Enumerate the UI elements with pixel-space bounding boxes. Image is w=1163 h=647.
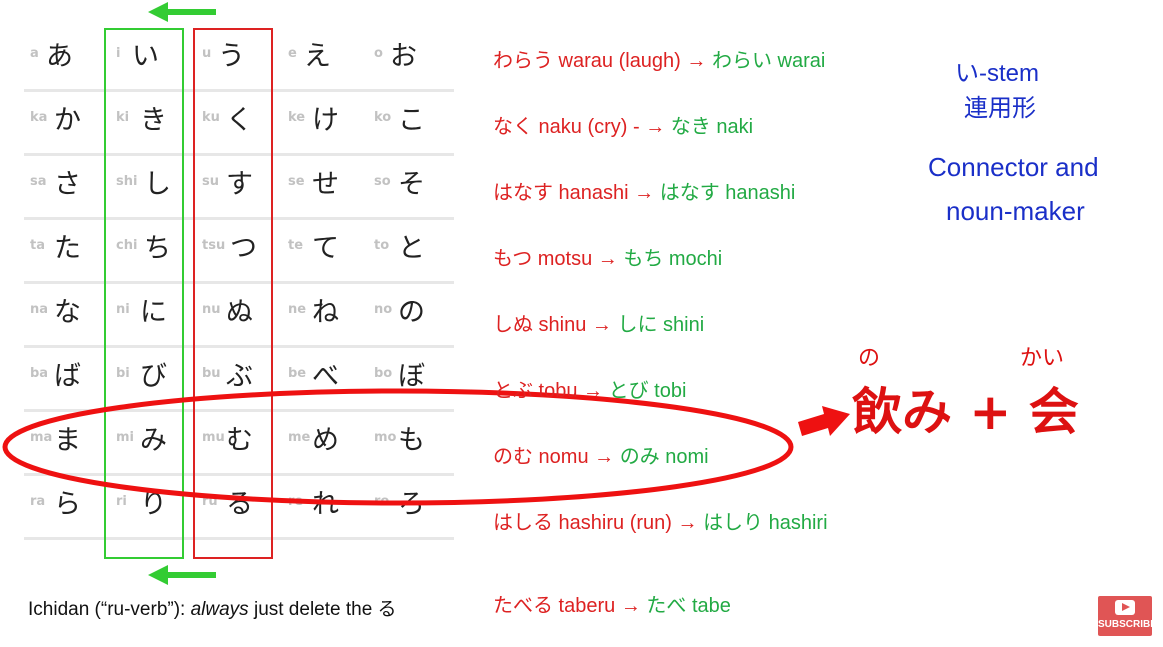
connector-label: Connector and — [928, 152, 1099, 182]
romaji-label: te — [288, 238, 304, 253]
note-emphasis: always — [190, 599, 249, 620]
kana-cell: ko こ — [368, 92, 454, 150]
stem-form: わらい warai — [711, 50, 826, 72]
romaji-label: ba — [30, 366, 49, 381]
stem-form: なき naki — [670, 116, 754, 138]
dictionary-form: しぬ shinu → — [493, 314, 618, 336]
kana-char: の — [398, 297, 425, 328]
example-line: なく naku (cry) - → なき naki — [493, 110, 753, 139]
kana-cell: aあ — [24, 28, 110, 86]
note-end: just delete the る — [248, 599, 397, 620]
dictionary-form: たべる taberu → — [493, 595, 647, 617]
example-line: しぬ shinu → しに shini — [493, 308, 704, 337]
romaji-label: ka — [30, 110, 48, 125]
kana-cell: eえ — [282, 28, 368, 86]
kana-cell: ke け — [282, 92, 368, 150]
stem-form: はしり hashiri — [703, 512, 828, 534]
nomikai-compound: 飲み + 会 — [852, 383, 1079, 441]
dictionary-form: なく naku (cry) - → — [493, 116, 671, 138]
example-line: もつ motsu → もち mochi — [493, 242, 722, 271]
romaji-label: no — [374, 302, 393, 317]
ruby-kai: かい — [1020, 346, 1065, 371]
right-arrow — [798, 406, 850, 436]
kana-char: た — [54, 233, 81, 264]
subscribe-button[interactable]: SUBSCRIBE — [1098, 596, 1157, 636]
kana-cell: sa さ — [24, 156, 110, 214]
romaji-label: o — [374, 46, 383, 61]
kana-char: せ — [312, 169, 339, 200]
stem-form: もち mochi — [623, 248, 723, 270]
subscribe-label: SUBSCRIBE — [1098, 619, 1157, 630]
kana-char: ね — [312, 297, 339, 328]
ichidan-note: Ichidan (“ru-verb”): always just delete … — [28, 594, 397, 621]
romaji-label: ne — [288, 302, 307, 317]
example-line: はなす hanashi → はなす hanashi — [493, 176, 795, 205]
top-left-arrow — [148, 2, 216, 22]
stem-form: しに shini — [617, 314, 705, 336]
kana-cell: so そ — [368, 156, 454, 214]
romaji-label: to — [374, 238, 390, 253]
note-start: Ichidan (“ru-verb”): — [28, 599, 191, 620]
stem-form: たべ tabe — [646, 595, 731, 617]
kana-char: か — [54, 105, 81, 136]
example-line: とぶ tobu → とび tobi — [493, 374, 686, 403]
romaji-label: bo — [374, 366, 393, 381]
romaji-label: be — [288, 366, 307, 381]
romaji-label: na — [30, 302, 49, 317]
example-line: わらう warau (laugh) → わらい warai — [493, 44, 825, 73]
romaji-label: sa — [30, 174, 47, 189]
kana-cell: oお — [368, 28, 454, 86]
ruby-no: の — [858, 346, 881, 371]
kana-char: お — [390, 41, 417, 72]
kana-cell: ta た — [24, 220, 110, 278]
example-line: のむ nomu → のみ nomi — [493, 440, 709, 469]
stem-form: のみ nomi — [619, 446, 709, 468]
romaji-label: so — [374, 174, 391, 189]
kana-char: け — [312, 105, 339, 136]
kana-cell: se せ — [282, 156, 368, 214]
dictionary-form: わらう warau (laugh) → — [493, 50, 712, 72]
romaji-label: a — [30, 46, 39, 61]
play-icon — [1115, 600, 1135, 615]
kana-cell: ka か — [24, 92, 110, 150]
stem-label: い-stem — [955, 60, 1039, 87]
romaji-label: ta — [30, 238, 45, 253]
stem-form: とび tobi — [608, 380, 687, 402]
renyoukei-label: 連用形 — [964, 95, 1036, 122]
kana-char: あ — [46, 41, 73, 72]
stem-form: はなす hanashi — [659, 182, 796, 204]
kana-char: そ — [398, 169, 425, 200]
romaji-label: e — [288, 46, 297, 61]
example-line: はしる hashiru (run) → はしり hashiri — [493, 506, 828, 535]
kana-char: て — [312, 233, 339, 264]
example-line: たべる taberu → たべ tabe — [493, 589, 731, 618]
dictionary-form: はしる hashiru (run) → — [493, 512, 704, 534]
kana-cell: na な — [24, 284, 110, 342]
kana-char: こ — [398, 105, 425, 136]
kana-cell: no の — [368, 284, 454, 342]
noun-maker-label: noun-maker — [946, 196, 1085, 226]
dictionary-form: もつ motsu → — [493, 248, 624, 270]
kana-cell: to と — [368, 220, 454, 278]
kana-cell: te て — [282, 220, 368, 278]
dictionary-form: のむ nomu → — [493, 446, 620, 468]
kana-char: と — [398, 233, 425, 264]
dictionary-form: はなす hanashi → — [493, 182, 660, 204]
bottom-left-arrow — [148, 565, 216, 585]
dictionary-form: とぶ tobu → — [493, 380, 609, 402]
kana-char: さ — [54, 169, 81, 200]
romaji-label: ke — [288, 110, 306, 125]
kana-char: な — [54, 297, 81, 328]
romaji-label: ko — [374, 110, 392, 125]
romaji-label: se — [288, 174, 305, 189]
kana-char: え — [304, 41, 331, 72]
kana-cell: ne ね — [282, 284, 368, 342]
